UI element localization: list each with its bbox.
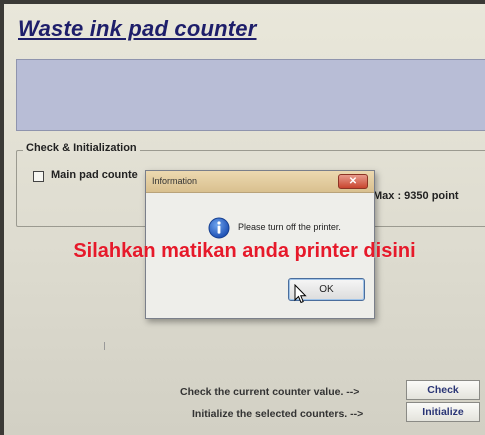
app-title: Waste ink pad counter xyxy=(18,16,257,41)
check-description: Check the current counter value. --> xyxy=(180,386,360,398)
dialog-titlebar[interactable]: Information ✕ xyxy=(146,171,374,193)
group-label: Check & Initialization xyxy=(23,142,140,154)
initialize-description: Initialize the selected counters. --> xyxy=(192,408,364,420)
dialog-message: Please turn off the printer. xyxy=(238,222,341,232)
max-point-text: Max : 9350 point xyxy=(373,190,459,202)
dialog-title: Information xyxy=(152,176,198,186)
application-window: Waste ink pad counter Check & Initializa… xyxy=(4,4,485,435)
check-button[interactable]: Check xyxy=(406,380,480,400)
top-panel xyxy=(16,59,485,131)
divider-mark xyxy=(104,342,105,350)
close-icon[interactable]: ✕ xyxy=(338,174,368,189)
main-pad-checkbox[interactable] xyxy=(33,171,44,182)
main-pad-label: Main pad counte xyxy=(51,169,138,181)
mouse-cursor-icon xyxy=(294,284,307,304)
info-icon xyxy=(208,217,230,239)
overlay-caption: Silahkan matikan anda printer disini xyxy=(73,240,416,262)
initialize-button[interactable]: Initialize xyxy=(406,402,480,422)
